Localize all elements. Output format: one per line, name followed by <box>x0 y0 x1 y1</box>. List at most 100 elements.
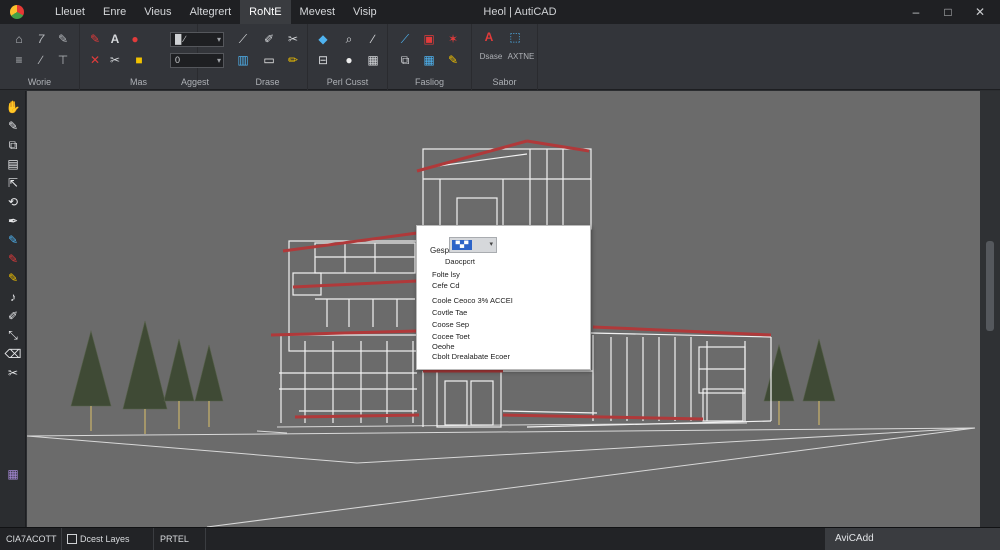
ribbon-panel-title-6: Fasliog <box>414 77 444 87</box>
trim-icon[interactable]: ✂ <box>5 365 21 381</box>
ribbon-panel-title-4: Drase <box>255 77 280 87</box>
offset-icon[interactable]: ✎ <box>5 232 21 248</box>
move-icon[interactable]: ⇱ <box>5 175 21 191</box>
ribbon-panel-7: A ⬚ Dsase AXTNE Sabor <box>472 24 538 90</box>
explode-icon[interactable]: ✶ <box>444 30 462 48</box>
context-menu-item-7[interactable]: Cocee Toet <box>432 332 470 342</box>
maximize-button[interactable]: □ <box>934 0 962 24</box>
text-style-icon[interactable]: A <box>480 28 498 46</box>
edit-icon[interactable]: ✐ <box>5 308 21 324</box>
context-menu-item-1[interactable]: Daocpcrt <box>445 257 475 267</box>
calculator-icon[interactable]: ▦ <box>5 466 21 482</box>
insert-icon[interactable]: ✏ <box>284 51 302 69</box>
scrollbar-thumb[interactable] <box>986 241 994 331</box>
music-icon[interactable]: ♪ <box>5 289 21 305</box>
status-app-field[interactable]: AviCAdd <box>825 528 1000 550</box>
context-menu-item-6[interactable]: Coose Sep <box>432 320 469 330</box>
ribbon-panel-6: ⟋ ▣ ✶ ⧉ ▦ ✎ Fasliog <box>388 24 472 90</box>
menu-item-6[interactable]: Mevest <box>291 0 344 24</box>
sphere-icon[interactable]: ● <box>340 51 358 69</box>
context-menu-item-4[interactable]: Coole Ceoco 3% ACCEI <box>432 296 513 306</box>
pen-icon[interactable]: ✒ <box>5 213 21 229</box>
line-icon[interactable]: ⟋ <box>234 30 252 48</box>
status-bar: CIA7ACOTT Dcest Layes PRTEL AviCAdd <box>0 527 1000 550</box>
brush-icon[interactable]: ✎ <box>5 251 21 267</box>
minimize-button[interactable]: – <box>902 0 930 24</box>
annotate-icon[interactable]: ⬚ <box>506 28 524 46</box>
layout-icon <box>67 534 77 544</box>
menu-item-3[interactable]: Vieus <box>135 0 180 24</box>
menu-item-1[interactable]: Lleuet <box>46 0 94 24</box>
context-menu-select[interactable]: ▀▄▀ ▾ <box>449 237 497 253</box>
marker-icon[interactable]: ✎ <box>5 270 21 286</box>
block-icon[interactable]: ■ <box>130 51 148 69</box>
ribbon-small-label-2: AXTNE <box>507 52 535 61</box>
title-bar: Lleuet Enre Vieus Altegrert RoNtE Mevest… <box>0 0 1000 24</box>
menu-item-4[interactable]: Altegrert <box>181 0 241 24</box>
scale-icon[interactable]: ⤡ <box>5 327 21 343</box>
grid-icon[interactable]: ▦ <box>364 51 382 69</box>
edit-icon[interactable]: ✐ <box>260 30 278 48</box>
context-menu-select-value: ▀▄▀ <box>452 240 472 250</box>
home-icon[interactable]: ⌂ <box>10 30 28 48</box>
cut-icon[interactable]: ✂ <box>106 51 124 69</box>
linetype-combo[interactable]: 0 ▾ <box>170 53 224 68</box>
array-icon[interactable]: ▦ <box>420 51 438 69</box>
erase-icon[interactable]: ⌫ <box>5 346 22 362</box>
trim-icon[interactable]: ✂ <box>284 30 302 48</box>
layer-combo-value: █ ∕ <box>175 34 186 44</box>
context-menu-item-5[interactable]: Covtle Tae <box>432 308 467 318</box>
select-icon[interactable]: ✋ <box>5 99 21 115</box>
vertical-scrollbar[interactable] <box>980 91 1000 527</box>
color-icon[interactable]: ● <box>126 30 144 48</box>
select-icon[interactable]: ⊟ <box>314 51 332 69</box>
status-tab-model[interactable]: CIA7ACOTT <box>0 528 62 550</box>
context-menu-item-3[interactable]: Cefe Cd <box>432 281 460 291</box>
measure-icon[interactable]: ∕ <box>364 30 382 48</box>
menu-item-2[interactable]: Enre <box>94 0 135 24</box>
gem-icon[interactable]: ◆ <box>314 30 332 48</box>
ribbon-panel-1: ⌂ 7 ✎ ≡ ∕ ⊤ Worie <box>0 24 80 90</box>
scale-icon[interactable]: ⧉ <box>396 51 414 69</box>
pencil-icon[interactable]: ✎ <box>5 118 21 134</box>
ribbon-panel-title-5: Perl Cusst <box>326 77 369 87</box>
text-icon[interactable]: ∕ <box>32 51 50 69</box>
context-menu-item-2[interactable]: Folte lsy <box>432 270 460 280</box>
chevron-down-icon: ▾ <box>216 56 221 65</box>
rotate-icon[interactable]: ⟲ <box>5 194 21 210</box>
menu-item-5-active[interactable]: RoNtE <box>240 0 291 24</box>
layer-icon[interactable]: ≡ <box>10 51 28 69</box>
image-icon[interactable]: ▣ <box>420 30 438 48</box>
search-icon[interactable]: ⌕ <box>340 30 358 48</box>
brush-icon[interactable]: ✎ <box>444 51 462 69</box>
delete-icon[interactable]: ✕ <box>86 51 104 69</box>
layer-icon[interactable]: ▤ <box>5 156 21 172</box>
pencil-icon[interactable]: ✎ <box>86 30 104 48</box>
context-menu: Gesp ▀▄▀ ▾ Daocpcrt Folte lsy Cefe Cd Co… <box>416 225 591 370</box>
context-menu-label: Gesp <box>430 246 450 255</box>
close-button[interactable]: ✕ <box>966 0 994 24</box>
text-style-icon[interactable]: A <box>106 30 124 48</box>
context-menu-item-8[interactable]: Oeohe <box>432 342 455 352</box>
italic-icon[interactable]: 7 <box>32 30 50 48</box>
arc-icon[interactable]: ⟋ <box>396 30 414 48</box>
context-menu-item-9[interactable]: Cbolt Drealabate Ecoer <box>432 352 510 362</box>
table-icon[interactable]: ▭ <box>260 51 278 69</box>
menu-bar: Lleuet Enre Vieus Altegrert RoNtE Mevest… <box>46 0 386 24</box>
ribbon-panel-4: ⟋ ✐ ✂ ▥ ▭ ✏ Drase <box>228 24 308 90</box>
cad-window: Lleuet Enre Vieus Altegrert RoNtE Mevest… <box>0 0 1000 550</box>
ribbon-panel-title-3: Aggest <box>180 77 210 87</box>
dim-icon[interactable]: ⊤ <box>54 51 72 69</box>
paint-icon[interactable]: ✎ <box>54 30 72 48</box>
ribbon-small-label-1: Dsase <box>479 52 503 61</box>
layer-combo[interactable]: █ ∕ ▾ <box>170 32 224 47</box>
app-logo-icon[interactable] <box>10 5 24 19</box>
hatch-icon[interactable]: ▥ <box>234 51 252 69</box>
copy-icon[interactable]: ⧉ <box>5 137 21 153</box>
status-app-label: AviCAdd <box>835 533 874 544</box>
linetype-combo-value: 0 <box>175 55 181 65</box>
menu-item-7[interactable]: Visip <box>344 0 386 24</box>
ribbon-panel-title-1: Worie <box>27 77 52 87</box>
ribbon-panel-5: ◆ ⌕ ∕ ⊟ ● ▦ Perl Cusst <box>308 24 388 90</box>
status-tab-print[interactable]: PRTEL <box>154 528 206 550</box>
